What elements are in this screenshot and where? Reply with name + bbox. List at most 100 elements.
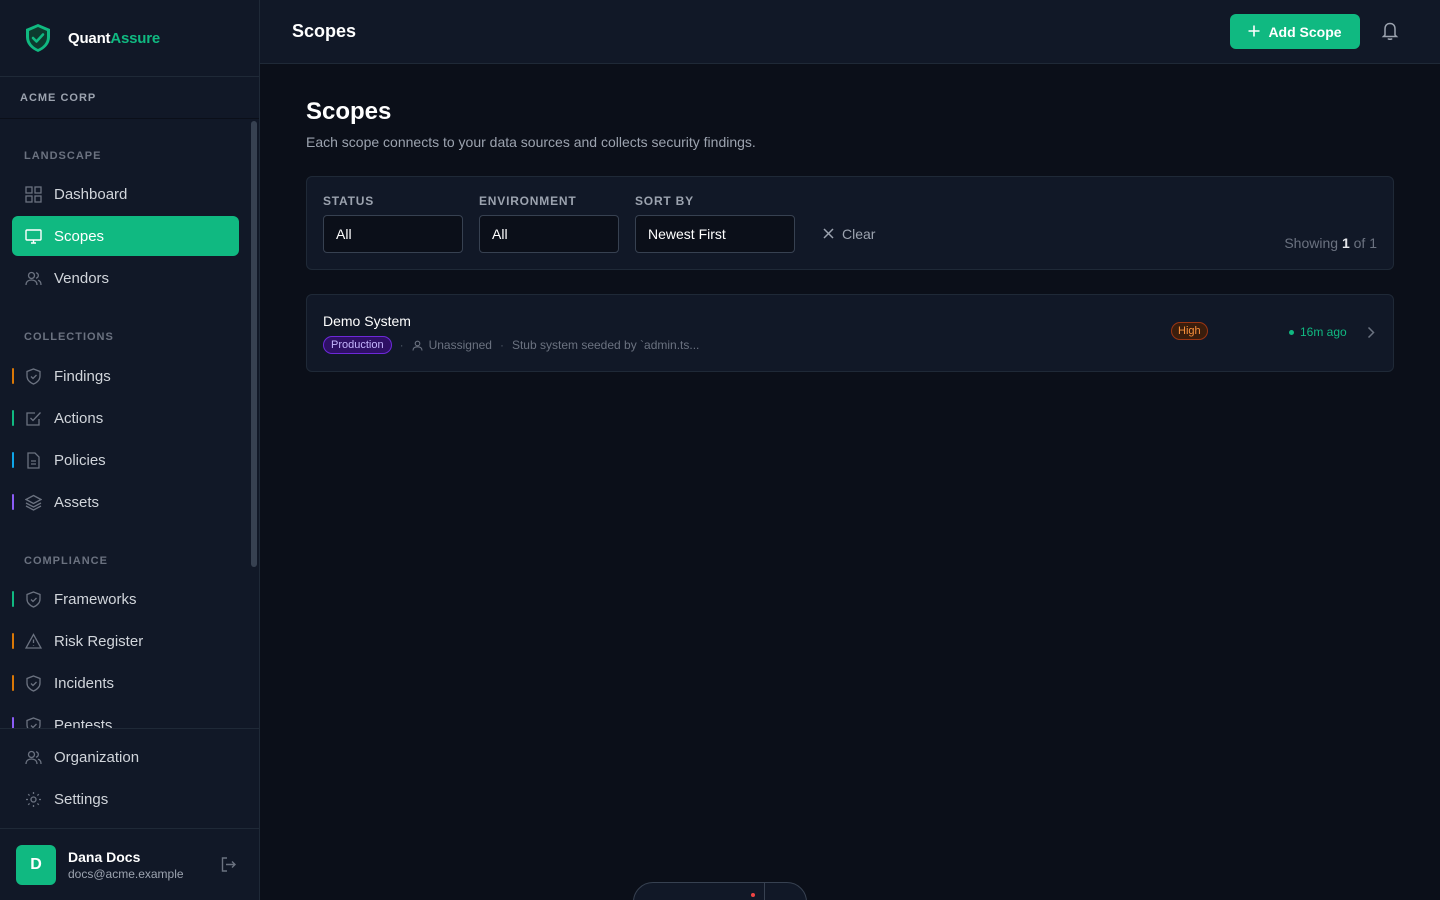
scope-meta: Production · Unassigned · Stub system se… — [323, 336, 699, 354]
sidebar-item-dashboard[interactable]: Dashboard — [12, 174, 239, 214]
sort-label: SORT BY — [635, 194, 694, 208]
notification-dot — [751, 893, 755, 897]
users-icon — [24, 269, 42, 287]
user-name: Dana Docs — [68, 848, 141, 865]
accent-bar — [12, 591, 14, 607]
clear-filters-button[interactable]: Clear — [823, 226, 875, 242]
add-scope-button[interactable]: Add Scope — [1230, 14, 1360, 49]
results-count: Showing 1 of 1 — [1284, 235, 1377, 251]
sidebar-item-assets[interactable]: Assets — [12, 482, 239, 522]
status-filter-label: STATUS — [323, 194, 375, 208]
close-icon — [823, 226, 834, 242]
brand-name-part1: Quant — [68, 29, 111, 47]
accent-bar — [12, 410, 14, 426]
sidebar-bottom-nav: Organization Settings — [0, 728, 259, 828]
gear-icon — [24, 790, 42, 808]
sidebar-item-policies[interactable]: Policies — [12, 440, 239, 480]
sidebar-nav[interactable]: LANDSCAPE Dashboard Scopes Vendors COLLE… — [0, 119, 259, 729]
environment-badge: Production — [323, 336, 392, 354]
accent-bar — [12, 452, 14, 468]
sidebar-item-scopes[interactable]: Scopes — [12, 216, 239, 256]
updated-time: 16m ago — [1289, 325, 1347, 339]
monitor-icon — [24, 227, 42, 245]
user-email: docs@acme.example — [68, 866, 184, 881]
shield-icon — [24, 590, 42, 608]
accent-bar — [12, 368, 14, 384]
page-title: Scopes — [306, 98, 392, 125]
accent-bar — [12, 675, 14, 691]
sidebar-item-vendors[interactable]: Vendors — [12, 258, 239, 298]
sidebar-item-label: Risk Register — [54, 632, 144, 650]
sidebar-item-label: Vendors — [54, 269, 110, 287]
sidebar-item-findings[interactable]: Findings — [12, 356, 239, 396]
checkbox-icon — [24, 409, 42, 427]
section-collections: COLLECTIONS — [24, 331, 114, 343]
sidebar-item-frameworks[interactable]: Frameworks — [12, 579, 239, 619]
document-icon — [24, 451, 42, 469]
sidebar-scrollbar[interactable] — [251, 121, 257, 567]
sidebar-item-label: Scopes — [54, 227, 105, 245]
status-select[interactable]: All — [323, 215, 463, 253]
filters-panel: STATUS All ENVIRONMENT All SORT BY Newes… — [306, 176, 1394, 270]
logout-icon[interactable] — [220, 856, 237, 878]
chevron-right-icon[interactable] — [1367, 326, 1375, 344]
scope-description: Stub system seeded by `admin.ts... — [511, 338, 700, 352]
user-icon — [412, 340, 423, 351]
section-landscape: LANDSCAPE — [24, 150, 102, 162]
environment-filter-label: ENVIRONMENT — [479, 194, 577, 208]
showing-total: 1 — [1369, 235, 1377, 251]
sidebar: QuantAssure ACME CORP LANDSCAPE Dashboar… — [0, 0, 260, 900]
separator: · — [399, 338, 404, 352]
shield-icon — [24, 674, 42, 692]
dev-toolbar[interactable] — [633, 882, 807, 900]
sidebar-item-label: Findings — [54, 367, 111, 385]
brand-name-part2: Assure — [110, 29, 161, 47]
separator: · — [499, 338, 504, 352]
clear-label: Clear — [842, 226, 876, 242]
sidebar-item-label: Actions — [54, 409, 104, 427]
shield-icon — [24, 367, 42, 385]
add-scope-label: Add Scope — [1268, 23, 1342, 40]
page-title-header: Scopes — [292, 21, 357, 41]
sidebar-item-label: Frameworks — [54, 590, 137, 608]
shield-logo-icon — [24, 23, 52, 53]
showing-count: 1 — [1341, 235, 1350, 251]
scope-name: Demo System — [323, 313, 411, 329]
showing-of: of — [1353, 235, 1366, 251]
sidebar-item-label: Dashboard — [54, 185, 128, 203]
sidebar-item-label: Settings — [54, 790, 109, 808]
accent-bar — [12, 633, 14, 649]
grid-icon — [24, 185, 42, 203]
bell-icon[interactable] — [1380, 20, 1400, 46]
sidebar-item-label: Policies — [54, 451, 106, 469]
sort-select[interactable]: Newest First — [635, 215, 795, 253]
top-bar: Scopes Add Scope — [260, 0, 1440, 64]
updated-label: 16m ago — [1300, 325, 1347, 339]
brand[interactable]: QuantAssure — [0, 0, 259, 77]
sidebar-item-actions[interactable]: Actions — [12, 398, 239, 438]
sidebar-item-label: Organization — [54, 748, 140, 766]
users-icon — [24, 748, 42, 766]
risk-badge: High — [1171, 322, 1208, 340]
org-switcher[interactable]: ACME CORP — [0, 77, 259, 119]
toolbar-divider — [764, 883, 765, 900]
showing-prefix: Showing — [1284, 235, 1339, 251]
scope-row[interactable]: Demo System Production · Unassigned · St… — [306, 294, 1394, 372]
section-compliance: COMPLIANCE — [24, 555, 108, 567]
layers-icon — [24, 493, 42, 511]
environment-select[interactable]: All — [479, 215, 619, 253]
sidebar-item-label: Assets — [54, 493, 100, 511]
sidebar-item-organization[interactable]: Organization — [12, 737, 239, 777]
sidebar-item-label: Incidents — [54, 674, 115, 692]
accent-bar — [12, 494, 14, 510]
plus-icon — [1248, 24, 1260, 40]
avatar: D — [16, 844, 56, 885]
scope-owner: Unassigned — [428, 338, 492, 352]
sidebar-item-pentests[interactable]: Pentests — [12, 705, 239, 729]
sidebar-item-incidents[interactable]: Incidents — [12, 663, 239, 703]
status-dot — [1289, 329, 1294, 335]
sidebar-item-risk-register[interactable]: Risk Register — [12, 621, 239, 661]
sidebar-item-settings[interactable]: Settings — [12, 779, 239, 819]
user-profile[interactable]: D Dana Docs docs@acme.example — [0, 828, 259, 900]
brand-name: QuantAssure — [68, 30, 160, 47]
